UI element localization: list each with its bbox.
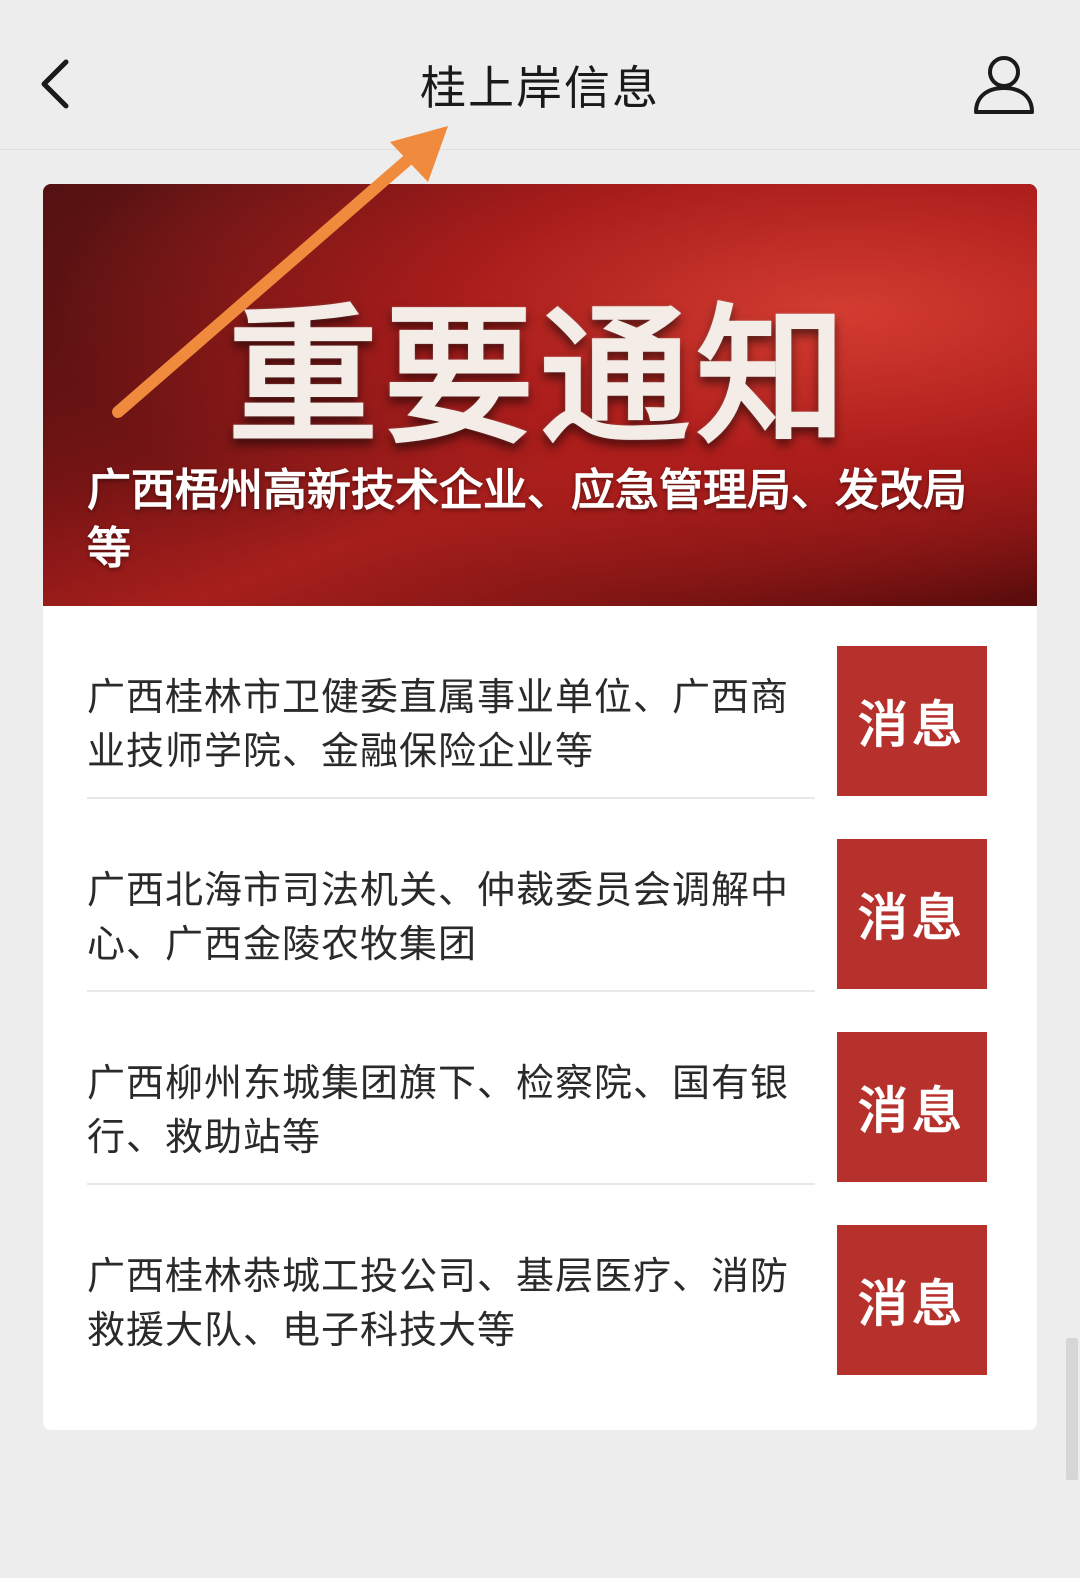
profile-button[interactable] [968, 48, 1040, 120]
user-icon [974, 56, 1034, 114]
article-list: 广西桂林市卫健委直属事业单位、广西商业技师学院、金融保险企业等 消息 广西北海市… [43, 606, 1037, 1378]
list-item-title: 广西柳州东城集团旗下、检察院、国有银行、救助站等 [87, 1061, 790, 1159]
message-tag: 消息 [837, 839, 987, 989]
list-item-title: 广西北海市司法机关、仲裁委员会调解中心、广西金陵农牧集团 [87, 868, 790, 966]
notice-banner[interactable]: 重要通知 广西梧州高新技术企业、应急管理局、发改局等 [43, 184, 1037, 606]
banner-subtitle: 广西梧州高新技术企业、应急管理局、发改局等 [87, 465, 967, 574]
scrollbar[interactable] [1066, 1338, 1078, 1480]
message-tag: 消息 [837, 1225, 987, 1375]
list-item[interactable]: 广西北海市司法机关、仲裁委员会调解中心、广西金陵农牧集团 消息 [43, 799, 1037, 992]
list-item[interactable]: 广西柳州东城集团旗下、检察院、国有银行、救助站等 消息 [43, 992, 1037, 1185]
list-item-title: 广西桂林恭城工投公司、基层医疗、消防救援大队、电子科技大等 [87, 1254, 790, 1352]
content-card: 重要通知 广西梧州高新技术企业、应急管理局、发改局等 广西桂林市卫健委直属事业单… [43, 184, 1037, 1430]
list-item-title: 广西桂林市卫健委直属事业单位、广西商业技师学院、金融保险企业等 [87, 675, 790, 773]
list-item[interactable]: 广西桂林恭城工投公司、基层医疗、消防救援大队、电子科技大等 消息 [43, 1185, 1037, 1378]
top-nav-bar: 桂上岸信息 [0, 0, 1080, 150]
message-tag: 消息 [837, 646, 987, 796]
banner-headline: 重要通知 [227, 289, 852, 465]
message-tag: 消息 [837, 1032, 987, 1182]
list-item[interactable]: 广西桂林市卫健委直属事业单位、广西商业技师学院、金融保险企业等 消息 [43, 606, 1037, 799]
page-title: 桂上岸信息 [420, 61, 660, 115]
